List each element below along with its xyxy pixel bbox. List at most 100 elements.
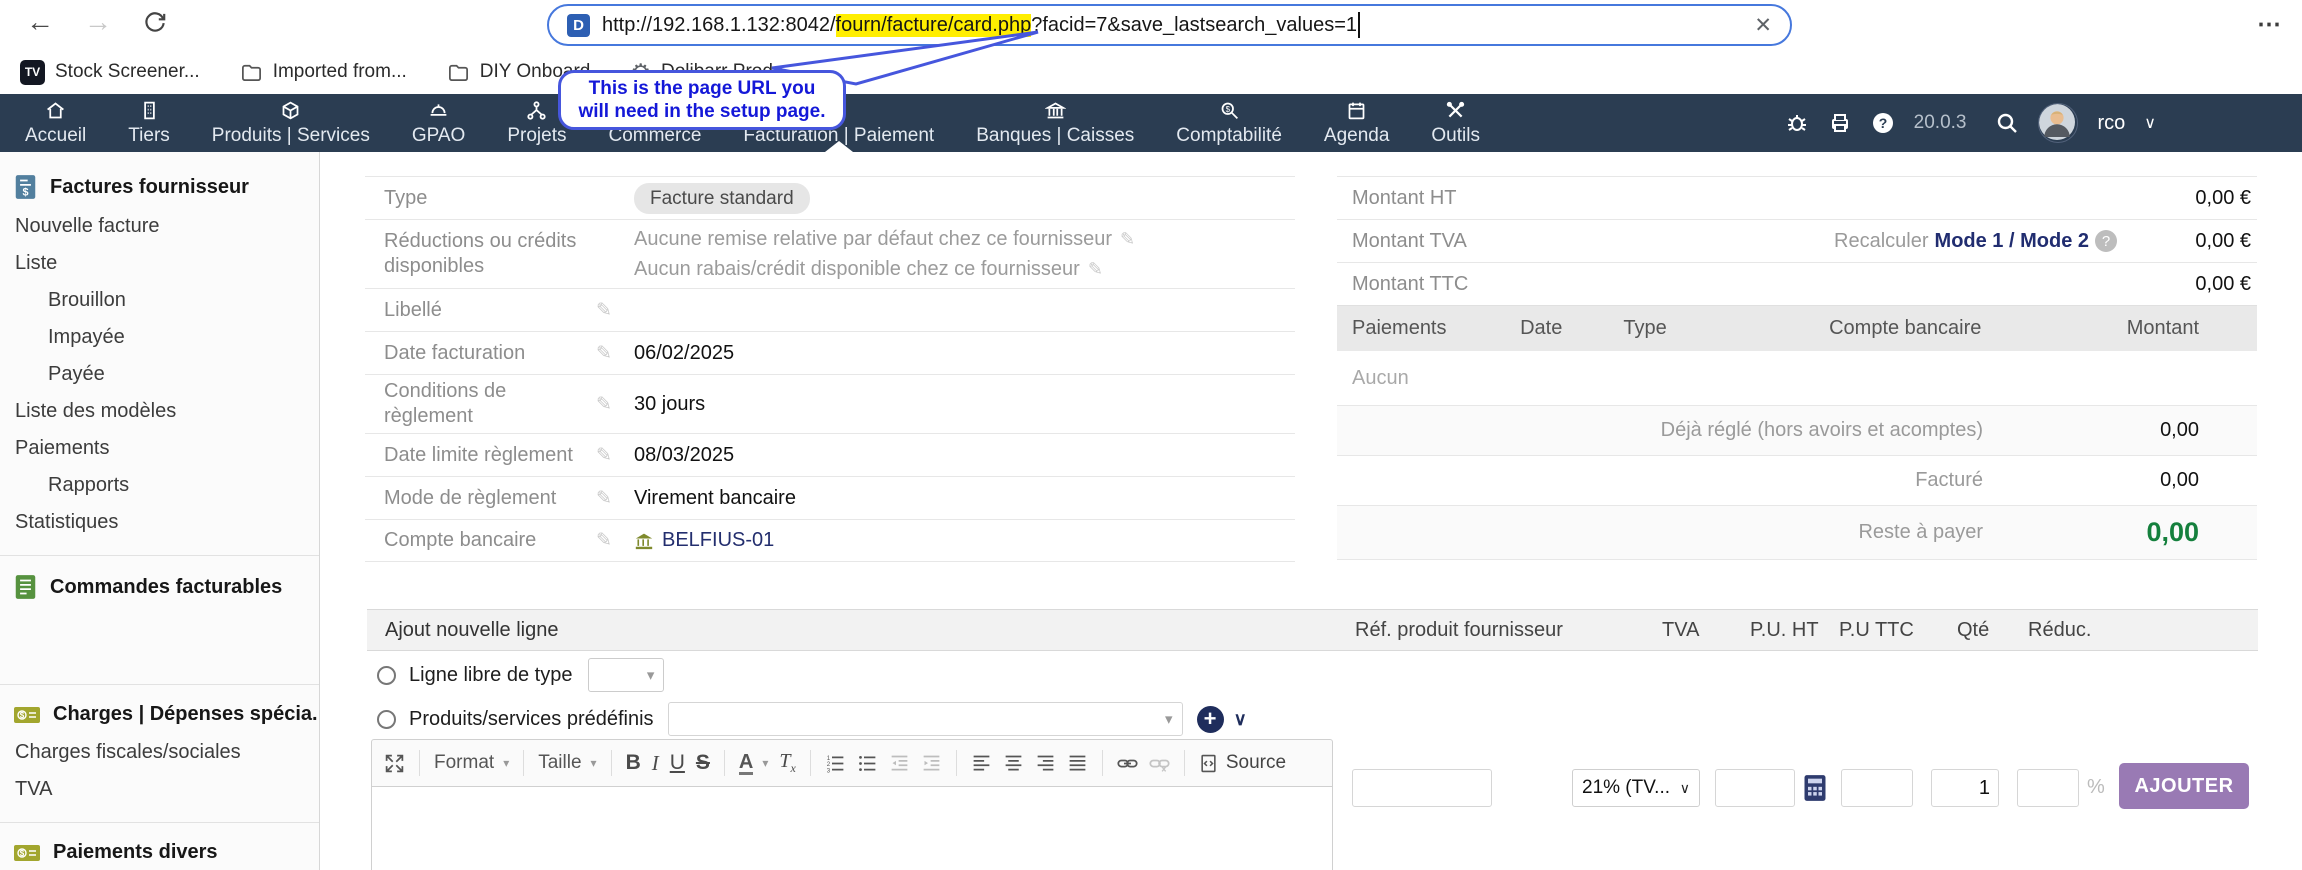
help-icon[interactable]: ?	[1871, 111, 1895, 135]
menu-gpao[interactable]: GPAO	[391, 94, 487, 152]
folder-icon	[240, 61, 263, 84]
menu-banques-caisses[interactable]: Banques | Caisses	[955, 94, 1155, 152]
editor-toolbar: Format▾ Taille▾ B I U S A▾ Tx 123	[371, 739, 1333, 787]
row-montant-tva: Montant TVA Recalculer Mode 1 / Mode 2 ?…	[1337, 219, 2257, 262]
format-dropdown[interactable]: Format▾	[434, 752, 509, 774]
sidebar-item-paiements[interactable]: Paiements	[0, 430, 319, 467]
sidebar-item-liste[interactable]: Liste	[0, 245, 319, 282]
pencil-icon[interactable]: ✎	[596, 299, 634, 322]
field-row-date-limite: Date limite règlement ✎ 08/03/2025	[365, 433, 1295, 476]
italic-button[interactable]: I	[652, 751, 659, 776]
field-row-compte-bancaire: Compte bancaire ✎ BELFIUS-01	[365, 519, 1295, 562]
menu-agenda[interactable]: Agenda	[1303, 94, 1411, 152]
pencil-icon[interactable]: ✎	[596, 529, 634, 552]
svg-text:$: $	[1225, 104, 1230, 113]
search-dollar-icon: $	[1219, 100, 1240, 121]
menu-tiers[interactable]: Tiers	[107, 94, 191, 152]
sidebar-item-charges-fiscales-sociales[interactable]: Charges fiscales/sociales	[0, 734, 319, 771]
sidebar-item-impayee[interactable]: Impayée	[0, 319, 319, 356]
bank-account-link[interactable]: BELFIUS-01	[634, 529, 774, 552]
add-line-title: Ajout nouvelle ligne	[367, 619, 558, 642]
align-center-icon[interactable]	[1003, 753, 1024, 774]
pencil-icon[interactable]: ✎	[596, 393, 634, 416]
select-caret-icon: ∨	[1680, 780, 1690, 797]
strikethrough-button[interactable]: S	[696, 751, 710, 775]
outdent-icon[interactable]	[889, 753, 910, 774]
menu-accueil[interactable]: Accueil	[4, 94, 107, 152]
link-icon[interactable]	[1117, 753, 1138, 774]
sidebar-item-liste-des-modeles[interactable]: Liste des modèles	[0, 393, 319, 430]
pu-ttc-input[interactable]	[1841, 769, 1913, 807]
menu-outils[interactable]: Outils	[1410, 94, 1501, 152]
percent-suffix: %	[2087, 776, 2105, 799]
sidebar-item-rapports[interactable]: Rapports	[0, 467, 319, 504]
payments-empty-row: Aucun	[1337, 351, 2257, 405]
sidebar-section-charges-depenses[interactable]: $ Charges | Dépenses spécia...	[0, 695, 319, 734]
free-line-type-select[interactable]: ▾	[588, 658, 664, 692]
field-row-date-facturation: Date facturation ✎ 06/02/2025	[365, 331, 1295, 374]
discount-input[interactable]	[2017, 769, 2079, 807]
sidebar-section-commandes-facturables[interactable]: Commandes facturables	[0, 566, 319, 608]
size-dropdown[interactable]: Taille▾	[538, 752, 596, 774]
svg-text:3: 3	[827, 767, 831, 774]
search-icon[interactable]	[1995, 111, 2019, 135]
text-color-button[interactable]: A▾	[739, 752, 768, 775]
sidebar-item-brouillon[interactable]: Brouillon	[0, 282, 319, 319]
predef-chevron-icon[interactable]: ∨	[1234, 709, 1247, 730]
ajouter-button[interactable]: AJOUTER	[2119, 763, 2249, 809]
align-right-icon[interactable]	[1035, 753, 1056, 774]
clear-url-icon[interactable]: ✕	[1754, 13, 1772, 38]
sidebar-item-statistiques[interactable]: Statistiques	[0, 504, 319, 541]
qty-input[interactable]	[1931, 769, 1999, 807]
sidebar-divider	[0, 684, 319, 685]
bug-icon[interactable]	[1785, 111, 1809, 135]
sidebar-item-nouvelle-facture[interactable]: Nouvelle facture	[0, 208, 319, 245]
sidebar-item-tva[interactable]: TVA	[0, 771, 319, 808]
sidebar-section-paiements-divers[interactable]: $ Paiements divers	[0, 833, 319, 870]
chevron-down-icon[interactable]: ∨	[2144, 113, 2156, 133]
menu-produits-services[interactable]: Produits | Services	[191, 94, 391, 152]
align-justify-icon[interactable]	[1067, 753, 1088, 774]
pencil-icon[interactable]: ✎	[596, 342, 634, 365]
indent-icon[interactable]	[921, 753, 942, 774]
calculator-icon[interactable]	[1803, 774, 1827, 802]
money-bill-icon: $	[14, 705, 40, 725]
add-product-icon[interactable]: +	[1197, 706, 1224, 733]
underline-button[interactable]: U	[670, 751, 685, 775]
menu-comptabilite[interactable]: $ Comptabilité	[1155, 94, 1303, 152]
pencil-icon[interactable]: ✎	[1088, 259, 1103, 279]
predef-product-select[interactable]: ▾	[668, 702, 1183, 736]
maximize-icon[interactable]	[384, 753, 405, 774]
user-name[interactable]: rco	[2097, 112, 2125, 135]
reload-icon[interactable]	[142, 9, 168, 35]
align-left-icon[interactable]	[971, 753, 992, 774]
source-button[interactable]: Source	[1199, 752, 1286, 774]
pencil-icon[interactable]: ✎	[596, 444, 634, 467]
browser-menu-icon[interactable]: ⋯	[2257, 10, 2284, 39]
tools-icon	[1445, 100, 1466, 121]
supplier-ref-input[interactable]	[1352, 769, 1492, 807]
predef-radio[interactable]	[377, 710, 396, 729]
pencil-icon[interactable]: ✎	[596, 487, 634, 510]
printer-icon[interactable]	[1828, 111, 1852, 135]
vat-select[interactable]: 21% (TV... ∨	[1572, 769, 1700, 807]
remove-format-button[interactable]: Tx	[779, 750, 795, 776]
back-icon[interactable]: ←	[26, 6, 54, 38]
editor-content-area[interactable]	[371, 787, 1333, 870]
recalc-modes-link[interactable]: Mode 1 / Mode 2	[1935, 230, 2089, 253]
bank-small-icon	[634, 532, 654, 550]
sidebar-item-payee[interactable]: Payée	[0, 356, 319, 393]
free-line-radio[interactable]	[377, 666, 396, 685]
bold-button[interactable]: B	[626, 751, 641, 775]
row-reste-a-payer: Reste à payer 0,00	[1337, 505, 2257, 560]
payments-table-header: Paiements Date Type Compte bancaire Mont…	[1337, 305, 2257, 351]
avatar[interactable]	[2038, 103, 2078, 143]
pencil-icon[interactable]: ✎	[1120, 229, 1135, 249]
bullet-list-icon[interactable]	[857, 753, 878, 774]
bookmark-stock-screener[interactable]: TV Stock Screener...	[20, 60, 200, 85]
ordered-list-icon[interactable]: 123	[825, 753, 846, 774]
sidebar-section-factures-fournisseur[interactable]: $ Factures fournisseur	[0, 166, 319, 208]
pu-ht-input[interactable]	[1715, 769, 1795, 807]
help-circle-icon[interactable]: ?	[2095, 230, 2117, 252]
bookmark-imported-from[interactable]: Imported from...	[240, 61, 407, 84]
